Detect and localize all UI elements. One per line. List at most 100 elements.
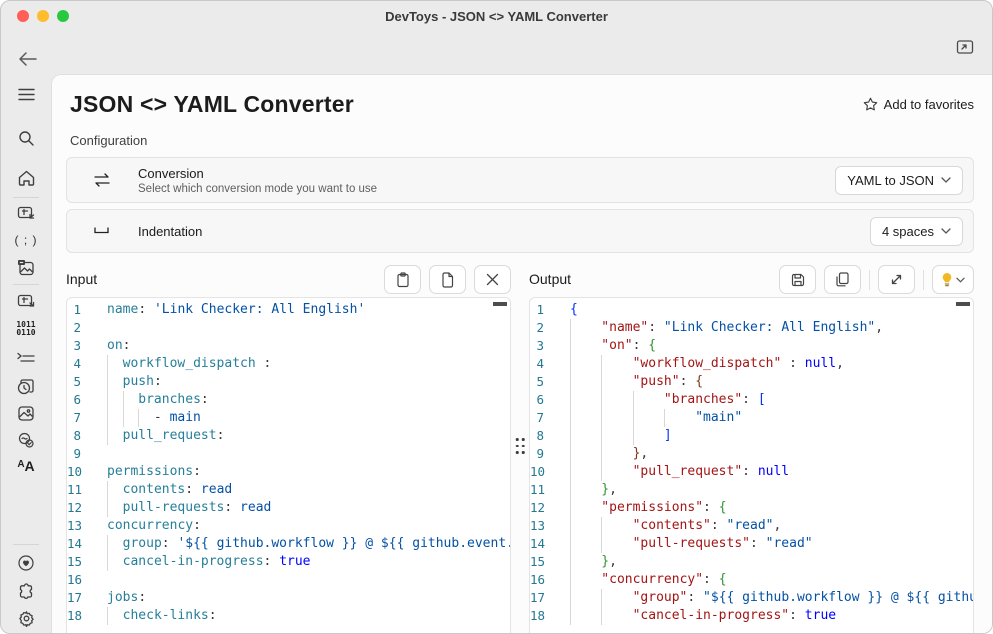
- line-number: 16: [530, 571, 570, 589]
- code-line: 3"on": {: [530, 337, 973, 355]
- sidebar-menu-button[interactable]: [9, 80, 43, 108]
- code-line: 15cancel-in-progress: true: [67, 553, 510, 571]
- sidebar-separator: [13, 197, 39, 198]
- sidebar-image-converter-button[interactable]: [9, 399, 43, 427]
- menu-icon: [18, 88, 35, 101]
- code-line: 3on:: [67, 337, 510, 355]
- open-file-button[interactable]: [429, 265, 466, 294]
- conversion-mode-value: YAML to JSON: [847, 173, 934, 188]
- configuration-label: Configuration: [70, 133, 974, 148]
- sidebar-number-base-converter-button[interactable]: 10110110: [9, 315, 43, 343]
- save-floppy-icon: [791, 273, 805, 287]
- sidebar-home-button[interactable]: [9, 164, 43, 192]
- sidebar-text-case-button[interactable]: AA: [9, 453, 43, 481]
- code-line: 12"permissions": {: [530, 499, 973, 517]
- space-indent-icon: [93, 227, 113, 235]
- code-line: 11contents: read: [67, 481, 510, 499]
- indentation-dropdown[interactable]: 4 spaces: [870, 217, 963, 246]
- image-converter-icon: [17, 405, 35, 422]
- line-number: 6: [67, 391, 107, 409]
- add-to-favorites-button[interactable]: Add to favorites: [863, 97, 974, 112]
- converters-icon: [17, 205, 35, 221]
- main-panel: JSON <> YAML Converter Add to favorites …: [51, 74, 992, 633]
- conversion-mode-dropdown[interactable]: YAML to JSON: [835, 166, 963, 195]
- expand-icon: [890, 273, 903, 286]
- line-number: 1: [530, 301, 570, 319]
- line-number: 4: [67, 355, 107, 373]
- line-number: 3: [530, 337, 570, 355]
- input-pane: Input 1name: 'Link Checker:: [66, 265, 511, 633]
- sidebar-date-converter-button[interactable]: [9, 372, 43, 400]
- toolbar-divider: [923, 270, 924, 290]
- output-editor[interactable]: 1{2"name": "Link Checker: All English",3…: [529, 297, 974, 633]
- line-number: 13: [530, 517, 570, 535]
- save-output-button[interactable]: [779, 265, 816, 294]
- code-line: 8]: [530, 427, 973, 445]
- toolbar-divider: [869, 270, 870, 290]
- line-number: 16: [67, 571, 107, 589]
- line-number: 6: [530, 391, 570, 409]
- code-line: 13"contents": "read",: [530, 517, 973, 535]
- sidebar-converters-button[interactable]: [9, 199, 43, 227]
- home-icon: [18, 170, 35, 186]
- close-icon: [486, 273, 499, 286]
- code-line: 17"group": "${{ github.workflow }} @ ${{…: [530, 589, 973, 607]
- sidebar: ( ; ) 10110110 AA: [1, 31, 51, 633]
- sidebar-formatters-button[interactable]: ( ; ): [9, 226, 43, 254]
- date-converter-icon: [17, 378, 35, 395]
- line-number: 2: [530, 319, 570, 337]
- line-number: 10: [67, 463, 107, 481]
- code-line: 12pull-requests: read: [67, 499, 510, 517]
- line-number: 18: [530, 607, 570, 625]
- line-number: 11: [67, 481, 107, 499]
- smart-detection-dropdown[interactable]: [932, 265, 974, 294]
- line-number: 10: [530, 463, 570, 481]
- conversion-title: Conversion: [138, 166, 377, 181]
- star-icon: [863, 97, 878, 112]
- input-editor[interactable]: 1name: 'Link Checker: All English'23on:4…: [66, 297, 511, 633]
- expand-output-button[interactable]: [878, 265, 915, 294]
- pane-resize-handle[interactable]: [512, 434, 529, 458]
- search-icon: [18, 130, 34, 146]
- detach-window-button[interactable]: [956, 36, 980, 58]
- line-number: 7: [530, 409, 570, 427]
- formatters-icon: ( ; ): [15, 233, 38, 247]
- cli-list-icon: [17, 352, 35, 364]
- sidebar-graphic-tools-button[interactable]: [9, 253, 43, 281]
- sidebar-separator: [13, 284, 39, 285]
- number-base-converter-icon: 10110110: [16, 321, 35, 337]
- code-line: 9},: [530, 445, 973, 463]
- code-line: 2: [67, 319, 510, 337]
- copy-output-button[interactable]: [824, 265, 861, 294]
- code-line: 1name: 'Link Checker: All English': [67, 301, 510, 319]
- line-number: 3: [67, 337, 107, 355]
- output-label: Output: [529, 265, 571, 287]
- sidebar-settings-button[interactable]: [9, 604, 43, 632]
- line-number: 8: [530, 427, 570, 445]
- sidebar-cli-tool-button[interactable]: [9, 344, 43, 372]
- code-line: 6"branches": [: [530, 391, 973, 409]
- code-line: 14group: '${{ github.workflow }} @ ${{ g…: [67, 535, 510, 553]
- code-line: 14"pull-requests": "read": [530, 535, 973, 553]
- text-case-icon: AA: [17, 458, 34, 476]
- picture-in-picture-icon: [956, 39, 974, 55]
- sidebar-extensions-button[interactable]: [9, 577, 43, 605]
- input-label: Input: [66, 265, 97, 287]
- sidebar-json-yaml-converter-button[interactable]: [9, 287, 43, 315]
- paste-button[interactable]: [384, 265, 421, 294]
- sidebar-separator: [13, 544, 39, 545]
- code-line: 10"pull_request": null: [530, 463, 973, 481]
- code-line: 5"push": {: [530, 373, 973, 391]
- line-number: 5: [67, 373, 107, 391]
- code-line: 17jobs:: [67, 589, 510, 607]
- window-title: DevToys - JSON <> YAML Converter: [1, 9, 992, 24]
- copy-icon: [836, 272, 849, 287]
- sidebar-search-button[interactable]: [9, 124, 43, 152]
- sidebar-sponsor-button[interactable]: [9, 549, 43, 577]
- output-pane: Output: [529, 265, 974, 633]
- sidebar-hash-checker-button[interactable]: [9, 426, 43, 454]
- clear-input-button[interactable]: [474, 265, 511, 294]
- output-scrollbar-handle[interactable]: [956, 302, 970, 306]
- input-scrollbar-handle[interactable]: [493, 302, 507, 306]
- add-to-favorites-label: Add to favorites: [884, 97, 974, 112]
